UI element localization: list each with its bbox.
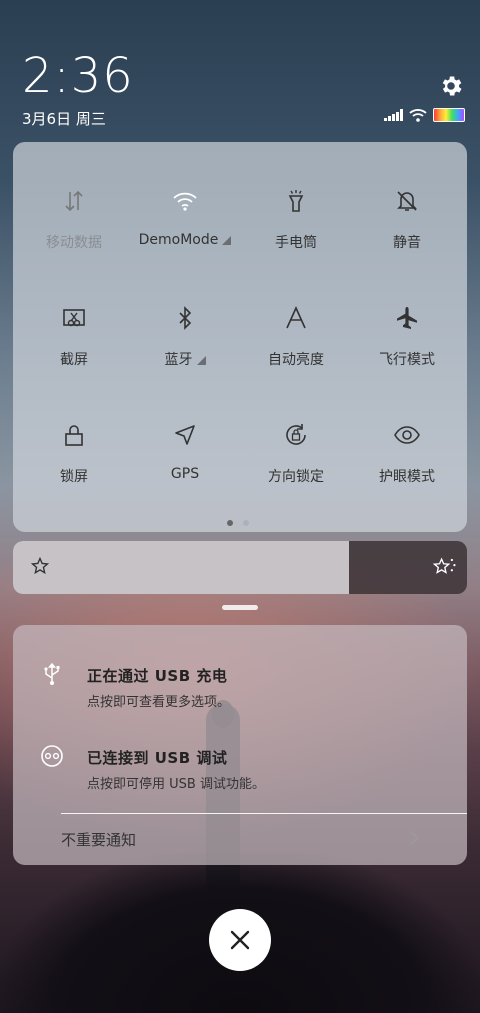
tile-rotation-lock[interactable]: 方向锁定 (240, 422, 352, 486)
tile-lock-screen[interactable]: 锁屏 (18, 422, 130, 486)
rotation-lock-icon (286, 424, 306, 445)
notification-subtitle: 点按即可停用 USB 调试功能。 (87, 777, 265, 792)
clock: 2:36 (22, 48, 134, 104)
auto-brightness-icon (286, 306, 306, 329)
page-dot-active (227, 520, 233, 526)
tile-label: 蓝牙 (129, 349, 241, 369)
expand-triangle-icon (196, 356, 206, 365)
wifi-status-icon (409, 109, 427, 122)
mute-bell-icon (397, 191, 417, 211)
brightness-fill (13, 541, 349, 594)
bluetooth-icon (179, 306, 192, 330)
tile-auto-brightness[interactable]: 自动亮度 (240, 305, 352, 369)
tile-label: GPS (170, 466, 200, 482)
tile-label: 锁屏 (60, 469, 88, 485)
settings-gear-icon[interactable] (438, 73, 464, 99)
signal-icon (384, 109, 403, 121)
brightness-slider[interactable] (13, 541, 467, 594)
tile-label: 方向锁定 (268, 469, 324, 485)
mobile-data-icon (65, 190, 83, 212)
drag-handle[interactable] (222, 605, 258, 610)
lock-icon (65, 425, 83, 446)
brightness-high-icon (433, 557, 456, 574)
tile-label: 护眼模式 (379, 469, 435, 485)
tile-label: 飞行模式 (379, 352, 435, 368)
status-icons (384, 108, 465, 122)
tile-gps[interactable]: GPS (129, 422, 241, 482)
battery-icon (433, 108, 465, 122)
tile-label: 移动数据 (46, 235, 102, 251)
page-dot (243, 520, 249, 526)
notification-divider (61, 813, 467, 814)
tile-wifi[interactable]: DemoMode (129, 188, 241, 248)
clear-all-button[interactable] (209, 909, 271, 971)
gps-arrow-icon (175, 425, 195, 445)
usb-icon (44, 662, 60, 685)
date: 3月6日 周三 (22, 110, 106, 128)
tile-label: 截屏 (60, 352, 88, 368)
airplane-icon (397, 307, 417, 329)
tile-eye-care[interactable]: 护眼模式 (351, 422, 463, 486)
chevron-right-icon[interactable] (407, 829, 421, 847)
tile-airplane[interactable]: 飞行模式 (351, 305, 463, 369)
notification-usb-debugging[interactable]: 已连接到 USB 调试 点按即可停用 USB 调试功能。 (13, 717, 467, 799)
notification-title: 已连接到 USB 调试 (87, 749, 228, 767)
tile-label: 静音 (393, 235, 421, 251)
close-icon (230, 930, 250, 950)
tile-bluetooth[interactable]: 蓝牙 (129, 305, 241, 369)
page-indicator (227, 520, 249, 526)
tile-screenshot[interactable]: 截屏 (18, 305, 130, 369)
tile-label: 手电筒 (275, 235, 317, 251)
minor-notifications-link[interactable]: 不重要通知 (61, 829, 136, 850)
tile-label: DemoMode (129, 232, 241, 248)
quick-settings-panel: 移动数据 DemoMode 手电筒 静音 截屏 蓝牙 自动亮度 飞行模式 锁屏 … (13, 142, 467, 532)
notification-usb-charging[interactable]: 正在通过 USB 充电 点按即可查看更多选项。 (13, 635, 467, 717)
debug-icon (41, 745, 63, 767)
eye-icon (394, 426, 420, 444)
wifi-icon (173, 192, 197, 211)
tile-label: 自动亮度 (268, 352, 324, 368)
screenshot-icon (63, 309, 85, 327)
brightness-low-icon (31, 557, 49, 575)
notification-title: 正在通过 USB 充电 (87, 667, 228, 685)
flashlight-icon (288, 190, 304, 212)
expand-triangle-icon (222, 236, 232, 245)
notification-subtitle: 点按即可查看更多选项。 (87, 695, 231, 710)
tile-mute[interactable]: 静音 (351, 188, 463, 252)
tile-mobile-data[interactable]: 移动数据 (18, 188, 130, 252)
tile-flashlight[interactable]: 手电筒 (240, 188, 352, 252)
notification-panel: 正在通过 USB 充电 点按即可查看更多选项。 已连接到 USB 调试 点按即可… (13, 625, 467, 865)
